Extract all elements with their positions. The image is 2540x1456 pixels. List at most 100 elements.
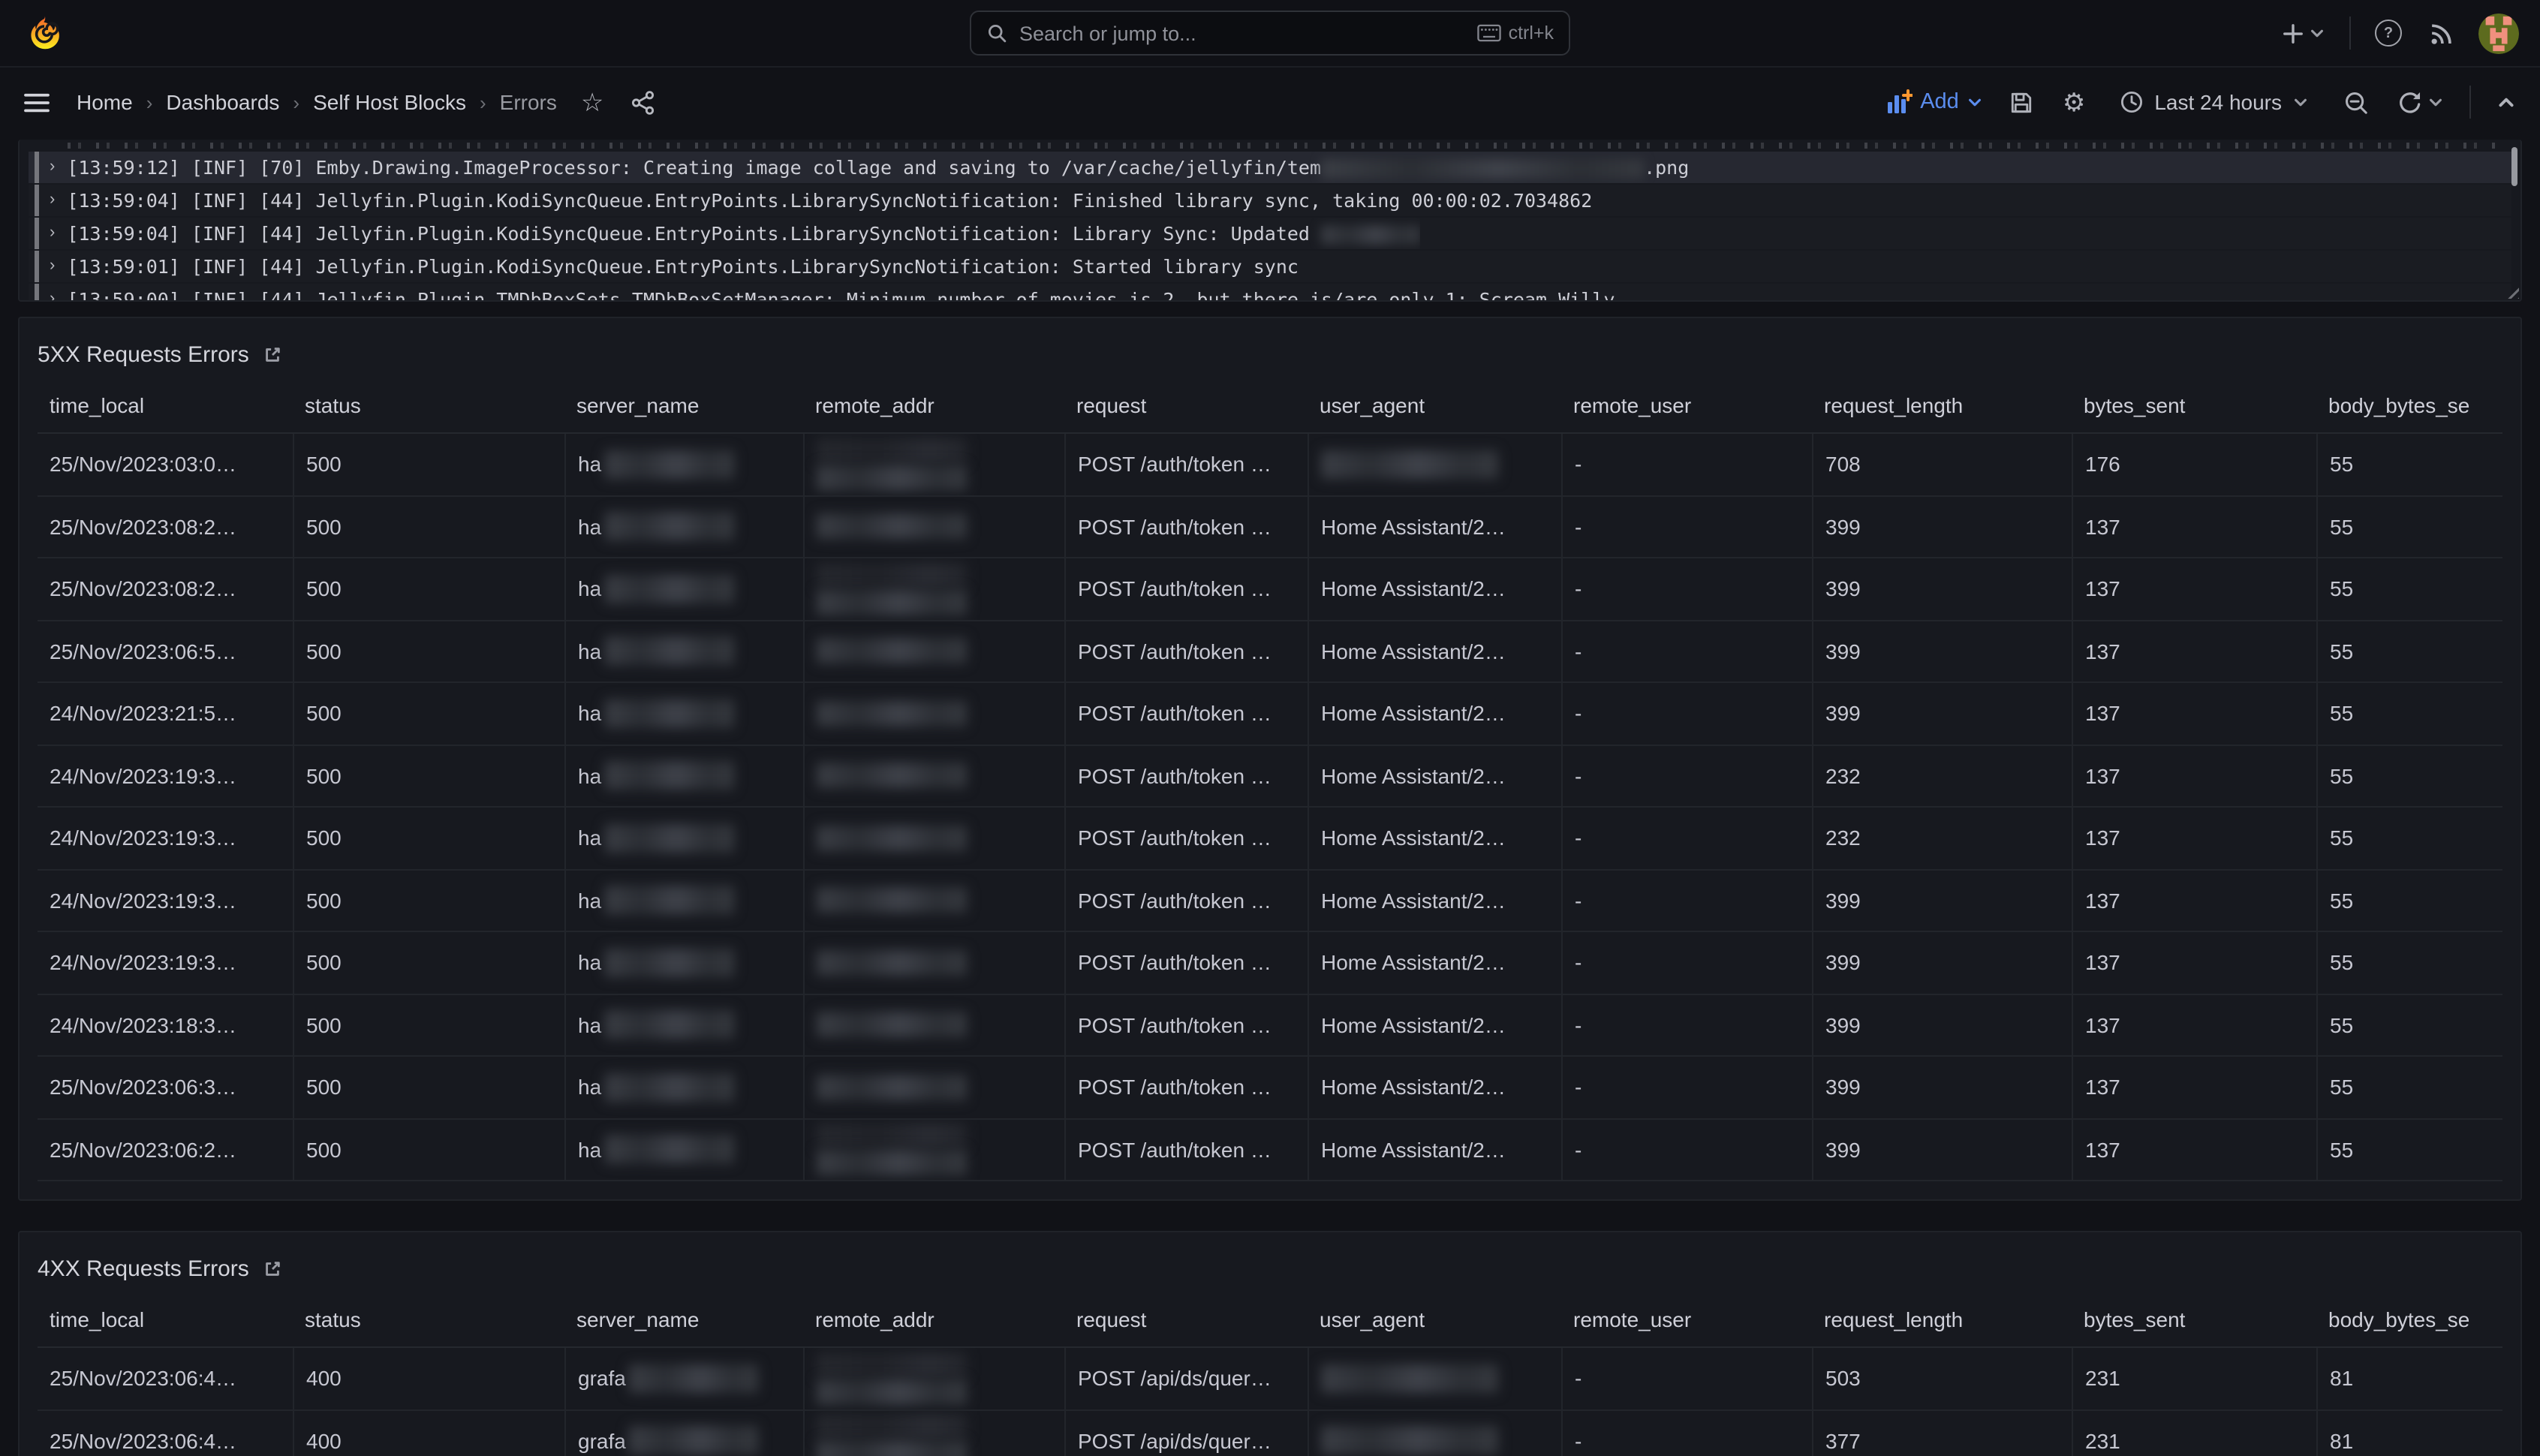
cell-time-local: 25/Nov/2023:08:2… bbox=[38, 496, 293, 557]
cell-body-bytes-sent: 55 bbox=[2316, 558, 2502, 619]
redacted-text bbox=[604, 762, 733, 790]
mega-menu-button[interactable] bbox=[21, 88, 53, 116]
cell-server-name: ha bbox=[564, 745, 803, 806]
column-header-time_local[interactable]: time_local bbox=[38, 1307, 293, 1331]
cell-status: 500 bbox=[293, 994, 564, 1055]
breadcrumb-self-host-blocks[interactable]: Self Host Blocks bbox=[313, 90, 466, 114]
clock-icon bbox=[2120, 90, 2144, 114]
cell-remote-addr bbox=[803, 745, 1064, 806]
column-header-body_bytes_se[interactable]: body_bytes_se bbox=[2316, 1307, 2502, 1331]
avatar-image bbox=[2478, 13, 2519, 53]
collapse-toolbar-button[interactable] bbox=[2493, 89, 2519, 115]
cell-bytes-sent: 137 bbox=[2072, 558, 2316, 619]
search-input[interactable]: Search or jump to... ctrl+k bbox=[970, 11, 1570, 56]
cell-bytes-sent: 137 bbox=[2072, 808, 2316, 868]
expand-chevron-icon[interactable]: › bbox=[50, 284, 55, 302]
redacted-text bbox=[817, 465, 967, 491]
column-header-remote_user[interactable]: remote_user bbox=[1561, 1307, 1812, 1331]
panel-title[interactable]: 4XX Requests Errors bbox=[38, 1256, 249, 1281]
column-header-user_agent[interactable]: user_agent bbox=[1308, 1307, 1561, 1331]
favorite-button[interactable]: ☆ bbox=[578, 86, 607, 118]
dashboard-settings-button[interactable]: ⚙ bbox=[2060, 86, 2089, 118]
expand-chevron-icon[interactable]: › bbox=[50, 152, 55, 183]
redacted-text bbox=[604, 699, 733, 728]
cell-status: 500 bbox=[293, 1057, 564, 1118]
cell-user-agent: Home Assistant/2… bbox=[1308, 558, 1561, 619]
log-row[interactable]: › [13:59:04] [INF] [44] Jellyfin.Plugin.K… bbox=[29, 218, 2511, 249]
column-header-request_length[interactable]: request_length bbox=[1812, 393, 2072, 417]
share-button[interactable] bbox=[627, 86, 659, 118]
server-name-value: ha bbox=[578, 886, 733, 915]
zoom-out-icon bbox=[2343, 89, 2369, 115]
column-header-server_name[interactable]: server_name bbox=[564, 393, 803, 417]
search-shortcut-label: ctrl+k bbox=[1509, 23, 1554, 44]
column-header-remote_user[interactable]: remote_user bbox=[1561, 393, 1812, 417]
column-header-bytes_sent[interactable]: bytes_sent bbox=[2072, 1307, 2316, 1331]
breadcrumb-dashboards[interactable]: Dashboards bbox=[166, 90, 279, 114]
column-header-user_agent[interactable]: user_agent bbox=[1308, 393, 1561, 417]
cell-request: POST /auth/token … bbox=[1064, 621, 1308, 681]
cell-user-agent bbox=[1308, 1410, 1561, 1456]
user-avatar[interactable] bbox=[2478, 13, 2519, 53]
cell-remote-addr bbox=[803, 683, 1064, 744]
log-row[interactable]: ›[13:59:00] [INF] [44] Jellyfin.Plugin.T… bbox=[29, 284, 2511, 302]
column-header-request[interactable]: request bbox=[1064, 393, 1308, 417]
remote-addr-value bbox=[817, 1415, 967, 1456]
log-row[interactable]: › [13:59:12] [INF] [70] Emby.Drawing.Imag… bbox=[29, 152, 2511, 183]
column-header-request_length[interactable]: request_length bbox=[1812, 1307, 2072, 1331]
cell-time-local: 25/Nov/2023:06:4… bbox=[38, 1410, 293, 1456]
expand-chevron-icon[interactable]: › bbox=[50, 185, 55, 216]
table-row: 25/Nov/2023:06:5…500haPOST /auth/token …… bbox=[38, 619, 2502, 681]
remote-addr-value bbox=[817, 1352, 967, 1405]
add-panel-button[interactable]: Add bbox=[1885, 89, 1983, 116]
expand-chevron-icon[interactable]: › bbox=[50, 218, 55, 249]
log-row[interactable]: ›[13:59:01] [INF] [44] Jellyfin.Plugin.K… bbox=[29, 251, 2511, 282]
search-placeholder: Search or jump to... bbox=[1019, 22, 1477, 44]
zoom-out-time-button[interactable] bbox=[2340, 86, 2372, 118]
expand-chevron-icon[interactable]: › bbox=[50, 251, 55, 282]
column-header-server_name[interactable]: server_name bbox=[564, 1307, 803, 1331]
column-header-time_local[interactable]: time_local bbox=[38, 393, 293, 417]
cell-user-agent: Home Assistant/2… bbox=[1308, 621, 1561, 681]
time-range-picker[interactable]: Last 24 hours bbox=[2111, 89, 2318, 116]
server-name-value: ha bbox=[578, 450, 733, 479]
cell-request-length: 232 bbox=[1812, 808, 2072, 868]
log-message: [13:59:04] [INF] [44] Jellyfin.Plugin.Ko… bbox=[67, 218, 1420, 249]
log-row[interactable]: ›[13:59:04] [INF] [44] Jellyfin.Plugin.K… bbox=[29, 185, 2511, 216]
new-button[interactable] bbox=[2279, 19, 2328, 47]
external-link-icon[interactable] bbox=[263, 1259, 282, 1278]
column-header-body_bytes_se[interactable]: body_bytes_se bbox=[2316, 393, 2502, 417]
cell-bytes-sent: 231 bbox=[2072, 1410, 2316, 1456]
log-message: [13:59:12] [INF] [70] Emby.Drawing.Image… bbox=[67, 152, 1689, 183]
refresh-button[interactable] bbox=[2394, 86, 2447, 118]
cell-time-local: 24/Nov/2023:18:3… bbox=[38, 994, 293, 1055]
redacted-text bbox=[629, 1427, 758, 1455]
column-header-request[interactable]: request bbox=[1064, 1307, 1308, 1331]
cell-server-name: ha bbox=[564, 496, 803, 557]
cell-user-agent: Home Assistant/2… bbox=[1308, 1057, 1561, 1118]
column-header-remote_addr[interactable]: remote_addr bbox=[803, 1307, 1064, 1331]
external-link-icon[interactable] bbox=[263, 344, 282, 364]
cell-remote-user: - bbox=[1561, 745, 1812, 806]
save-dashboard-button[interactable] bbox=[2006, 86, 2037, 118]
cell-time-local: 24/Nov/2023:21:5… bbox=[38, 683, 293, 744]
panel-title[interactable]: 5XX Requests Errors bbox=[38, 341, 249, 367]
news-button[interactable] bbox=[2426, 17, 2457, 49]
column-header-bytes_sent[interactable]: bytes_sent bbox=[2072, 393, 2316, 417]
grafana-flame-icon bbox=[24, 13, 65, 53]
column-header-remote_addr[interactable]: remote_addr bbox=[803, 393, 1064, 417]
breadcrumb-separator: › bbox=[146, 91, 153, 113]
column-header-status[interactable]: status bbox=[293, 1307, 564, 1331]
cell-server-name: ha bbox=[564, 683, 803, 744]
column-header-status[interactable]: status bbox=[293, 393, 564, 417]
redacted-text bbox=[817, 1012, 967, 1038]
cell-remote-addr bbox=[803, 870, 1064, 931]
logs-scrollbar-thumb[interactable] bbox=[2511, 147, 2517, 186]
cell-request-length: 377 bbox=[1812, 1410, 2072, 1456]
star-icon: ☆ bbox=[581, 89, 604, 115]
table-body: 25/Nov/2023:03:0…500haPOST /auth/token …… bbox=[38, 434, 2502, 1181]
breadcrumb-home[interactable]: Home bbox=[77, 90, 133, 114]
cell-status: 400 bbox=[293, 1410, 564, 1456]
grafana-logo[interactable] bbox=[21, 10, 68, 56]
help-button[interactable]: ? bbox=[2372, 17, 2405, 50]
